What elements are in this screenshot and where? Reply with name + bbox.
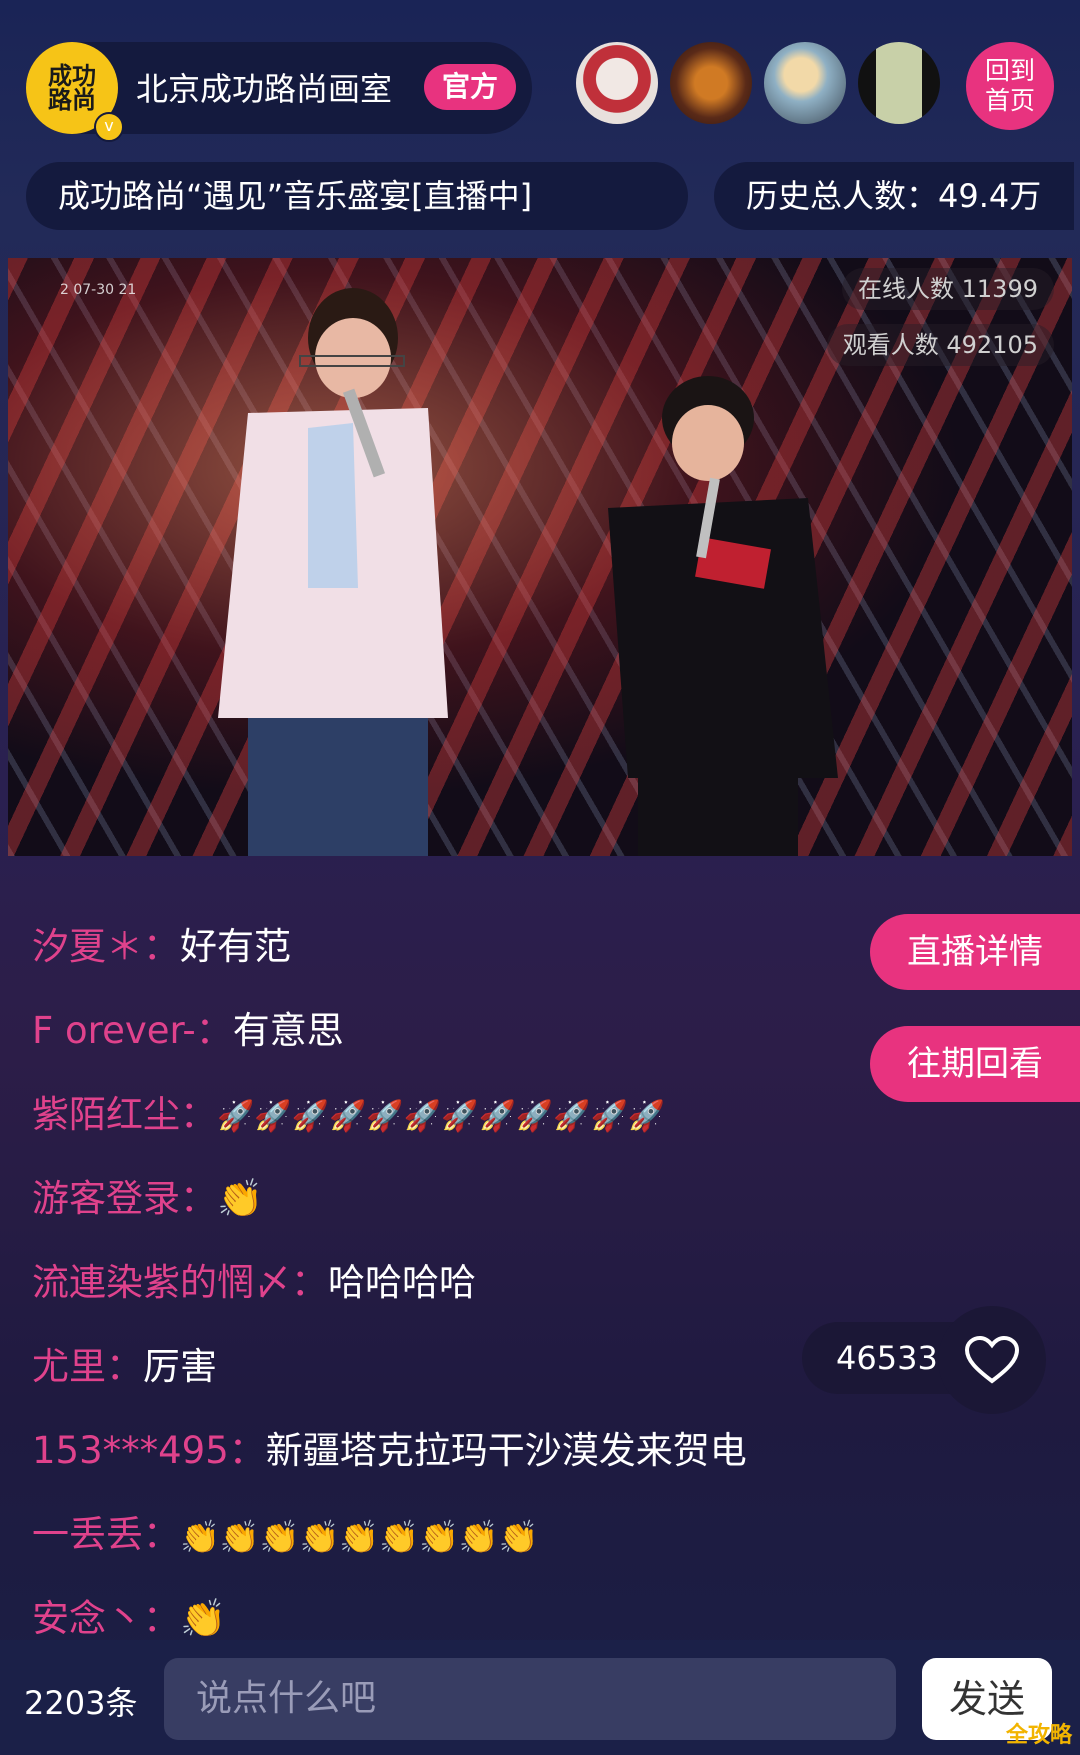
host-name[interactable]: 北京成功路尚画室 <box>136 64 392 110</box>
chat-text: 👏 <box>217 1177 264 1220</box>
home-button-line2: 首页 <box>984 86 1035 115</box>
chat-text: 🚀🚀🚀🚀🚀🚀🚀🚀🚀🚀🚀🚀 <box>217 1099 666 1134</box>
live-details-button[interactable]: 直播详情 <box>870 914 1080 990</box>
watermark: 全攻略 <box>1005 1723 1072 1748</box>
chat-message: 流連染紫的惘〆：哈哈哈哈 <box>32 1252 476 1306</box>
like-button[interactable] <box>938 1306 1046 1414</box>
history-total: 历史总人数：49.4万 <box>714 162 1074 230</box>
online-count: 在线人数 11399 <box>842 268 1054 310</box>
chat-input[interactable]: 说点什么吧 <box>164 1658 896 1740</box>
chat-text: 新疆塔克拉玛干沙漠发来贺电 <box>265 1429 747 1472</box>
chat-username[interactable]: F orever-： <box>32 1009 233 1052</box>
heart-icon <box>964 1335 1020 1384</box>
logo-text: 成功 路尚 <box>48 62 96 114</box>
chat-message: 游客登录：👏 <box>32 1168 263 1222</box>
past-replays-button[interactable]: 往期回看 <box>870 1026 1080 1102</box>
view-count: 观看人数 492105 <box>826 324 1054 366</box>
chat-username[interactable]: 汐夏＊： <box>32 925 180 968</box>
chat-username[interactable]: 一丢丢： <box>32 1513 180 1556</box>
chat-username[interactable]: 安念丶： <box>32 1597 180 1640</box>
chat-message: 安念丶：👏 <box>32 1588 226 1642</box>
chat-text: 好有范 <box>180 925 291 968</box>
official-badge: 官方 <box>424 64 516 110</box>
chat-message: 一丢丢：👏👏👏👏👏👏👏👏👏 <box>32 1504 539 1558</box>
chat-text: 哈哈哈哈 <box>328 1261 476 1304</box>
chat-message: F orever-：有意思 <box>32 1000 344 1054</box>
chat-message: 尤里：厉害 <box>32 1336 217 1390</box>
viewer-avatar-1[interactable] <box>576 42 658 124</box>
chat-text: 厉害 <box>143 1345 217 1388</box>
chat-username[interactable]: 153***495： <box>32 1429 266 1472</box>
chat-message: 汐夏＊：好有范 <box>32 916 291 970</box>
live-video-player[interactable]: 2 07-30 21 在线人数 11399 观看人数 492105 <box>8 258 1072 856</box>
chat-message: 153***495：新疆塔克拉玛干沙漠发来贺电 <box>32 1420 747 1474</box>
verified-icon: v <box>94 112 124 142</box>
chat-message: 紫陌红尘：🚀🚀🚀🚀🚀🚀🚀🚀🚀🚀🚀🚀 <box>32 1084 665 1138</box>
home-button-line1: 回到 <box>984 56 1035 85</box>
viewer-avatar-4[interactable] <box>858 42 940 124</box>
viewer-avatar-3[interactable] <box>764 42 846 124</box>
viewer-avatar-2[interactable] <box>670 42 752 124</box>
chat-username[interactable]: 紫陌红尘： <box>32 1093 217 1136</box>
chat-text: 👏👏👏👏👏👏👏👏👏 <box>180 1517 539 1556</box>
message-count: 2203条 <box>24 1684 138 1722</box>
chat-username[interactable]: 游客登录： <box>32 1177 217 1220</box>
chat-username[interactable]: 尤里： <box>32 1345 143 1388</box>
chat-username[interactable]: 流連染紫的惘〆： <box>32 1261 328 1304</box>
chat-text: 有意思 <box>232 1009 344 1052</box>
video-timestamp: 2 07-30 21 <box>60 282 137 298</box>
live-title: 成功路尚“遇见”音乐盛宴[直播中] <box>26 162 688 230</box>
back-home-button[interactable]: 回到 首页 <box>966 42 1054 130</box>
chat-text: 👏 <box>180 1597 227 1640</box>
